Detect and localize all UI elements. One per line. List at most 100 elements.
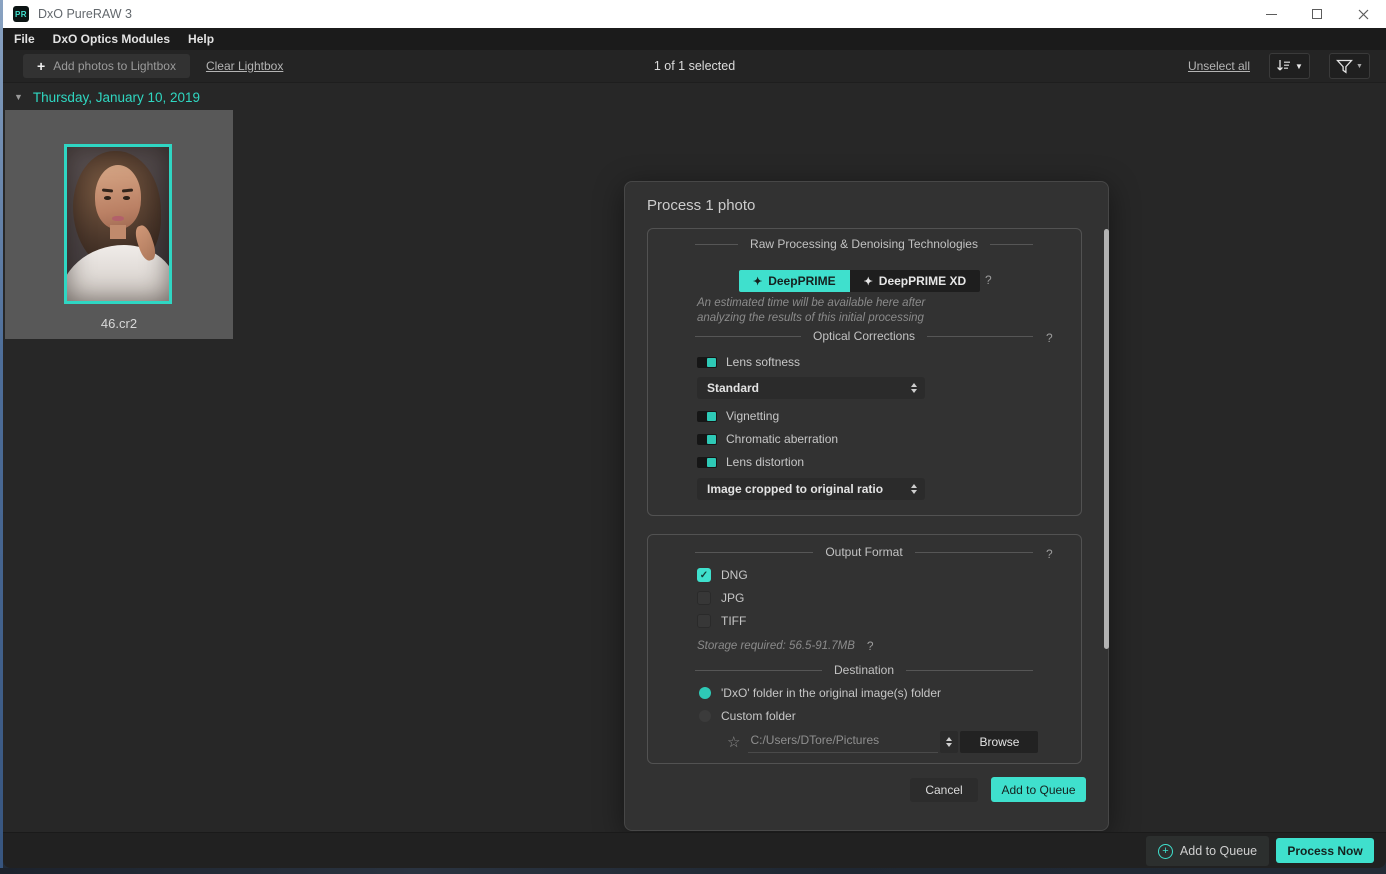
selection-status: 1 of 1 selected: [653, 59, 736, 73]
lens-softness-toggle[interactable]: [697, 356, 717, 368]
sparkle-icon: ✦: [753, 275, 763, 288]
optical-section-header: Optical Corrections: [695, 329, 1034, 343]
spinner-icon[interactable]: [911, 484, 917, 494]
format-dng-row: ✓ DNG: [697, 568, 748, 582]
photo-thumbnail[interactable]: [64, 144, 172, 304]
add-photos-to-lightbox-button[interactable]: + Add photos to Lightbox: [23, 54, 190, 78]
taskbar-sliver: [0, 868, 1386, 874]
tiff-checkbox[interactable]: [697, 614, 711, 628]
custom-path-row: ☆ C:/Users/DTore/Pictures Browse: [727, 731, 1039, 753]
lens-distortion-toggle[interactable]: [697, 456, 717, 468]
output-help-icon[interactable]: ?: [1046, 547, 1053, 561]
output-section-header: Output Format: [695, 545, 1033, 559]
filter-caret-icon: ▼: [1356, 62, 1363, 70]
estimate-note-line2: analyzing the results of this initial pr…: [697, 312, 924, 324]
spinner-icon[interactable]: [911, 383, 917, 393]
dest-custom-folder-row: Custom folder: [699, 709, 796, 723]
optical-help-icon[interactable]: ?: [1046, 331, 1053, 345]
window-title: DxO PureRAW 3: [38, 7, 133, 21]
menu-dxo-optics-modules[interactable]: DxO Optics Modules: [44, 28, 179, 50]
date-group-header: ▼ Thursday, January 10, 2019: [3, 84, 1386, 110]
close-icon: [1358, 9, 1368, 19]
custom-folder-label: Custom folder: [721, 709, 796, 723]
dng-checkbox[interactable]: ✓: [697, 568, 711, 582]
filter-icon: [1336, 59, 1353, 74]
browse-button[interactable]: Browse: [960, 731, 1039, 753]
close-button[interactable]: [1340, 0, 1386, 28]
crop-mode-value: Image cropped to original ratio: [707, 482, 884, 496]
dxo-folder-label: 'DxO' folder in the original image(s) fo…: [721, 686, 942, 700]
crop-mode-dropdown[interactable]: Image cropped to original ratio: [697, 478, 925, 500]
clear-lightbox-link[interactable]: Clear Lightbox: [206, 59, 283, 73]
lens-distortion-row: Lens distortion: [697, 455, 804, 469]
add-photos-label: Add photos to Lightbox: [53, 59, 176, 73]
menu-help[interactable]: Help: [179, 28, 223, 50]
bottom-bar: + Add to Queue Process Now: [3, 832, 1386, 868]
collapse-triangle-icon[interactable]: ▼: [14, 92, 23, 102]
raw-help-icon[interactable]: ?: [985, 273, 992, 287]
photo-card[interactable]: 46.cr2: [5, 110, 233, 339]
dest-dxo-folder-row: 'DxO' folder in the original image(s) fo…: [699, 686, 941, 700]
vignetting-toggle[interactable]: [697, 410, 717, 422]
chromatic-aberration-label: Chromatic aberration: [726, 432, 839, 446]
lens-softness-dropdown[interactable]: Standard: [697, 377, 925, 399]
destination-section-title: Destination: [833, 663, 895, 677]
dialog-scrollbar[interactable]: [1104, 229, 1109, 649]
dng-label: DNG: [721, 568, 748, 582]
toolbar-right-group: Unselect all ▼ ▼: [1188, 53, 1386, 79]
lens-softness-value: Standard: [707, 381, 760, 395]
sort-caret-icon: ▼: [1295, 61, 1303, 71]
format-tiff-row: TIFF: [697, 614, 746, 628]
bottom-add-to-queue-label: Add to Queue: [1179, 844, 1258, 858]
maximize-button[interactable]: [1294, 0, 1340, 28]
custom-folder-radio[interactable]: [699, 710, 711, 722]
lens-distortion-label: Lens distortion: [726, 455, 805, 469]
menu-bar: File DxO Optics Modules Help: [3, 28, 1386, 50]
raw-section-header: Raw Processing & Denoising Technologies: [695, 237, 1033, 251]
minimize-icon: [1265, 13, 1277, 15]
dxo-folder-radio[interactable]: [699, 687, 711, 699]
storage-help-icon[interactable]: ?: [867, 639, 874, 654]
chromatic-aberration-row: Chromatic aberration: [697, 432, 838, 446]
sort-button[interactable]: ▼: [1269, 53, 1310, 79]
date-header-label: Thursday, January 10, 2019: [32, 89, 201, 105]
spinner-icon: [946, 737, 953, 747]
star-icon[interactable]: ☆: [727, 733, 740, 751]
vignetting-row: Vignetting: [697, 409, 779, 423]
dialog-add-to-queue-button[interactable]: Add to Queue: [991, 777, 1086, 802]
storage-note-row: Storage required: 56.5-91.7MB ?: [697, 639, 874, 654]
raw-optical-panel: Raw Processing & Denoising Technologies …: [647, 228, 1082, 516]
unselect-all-link[interactable]: Unselect all: [1188, 59, 1250, 73]
jpg-checkbox[interactable]: [697, 591, 711, 605]
bottom-add-to-queue-button[interactable]: + Add to Queue: [1146, 836, 1269, 866]
menu-file[interactable]: File: [5, 28, 44, 50]
estimate-note-line1: An estimated time will be available here…: [697, 297, 926, 309]
storage-note: Storage required: 56.5-91.7MB: [697, 640, 855, 652]
output-destination-panel: Output Format ? ✓ DNG JPG TIFF Storage r…: [647, 534, 1082, 764]
jpg-label: JPG: [721, 591, 745, 605]
app-logo-icon: PR: [13, 6, 29, 22]
photo-filename: 46.cr2: [100, 316, 138, 331]
plus-icon: +: [37, 58, 46, 74]
cancel-button[interactable]: Cancel: [910, 778, 978, 802]
deepprime-button[interactable]: ✦ DeepPRIME: [739, 270, 850, 292]
format-jpg-row: JPG: [697, 591, 744, 605]
optical-section-title: Optical Corrections: [812, 329, 916, 343]
dialog-title: Process 1 photo: [647, 197, 756, 214]
title-bar: PR DxO PureRAW 3: [3, 0, 1386, 28]
process-dialog: Process 1 photo Raw Processing & Denoisi…: [624, 181, 1109, 831]
chromatic-aberration-toggle[interactable]: [697, 433, 717, 445]
sort-icon: [1277, 60, 1291, 71]
toolbar: + Add photos to Lightbox Clear Lightbox …: [3, 50, 1386, 83]
deepprime-xd-button[interactable]: ✦ DeepPRIME XD: [849, 270, 981, 292]
denoise-mode-segmented-control: ✦ DeepPRIME ✦ DeepPRIME XD: [739, 270, 981, 292]
filter-button[interactable]: ▼: [1329, 53, 1370, 79]
window-controls: [1248, 0, 1386, 28]
sparkle-icon: ✦: [863, 275, 873, 288]
custom-path-field[interactable]: C:/Users/DTore/Pictures: [748, 731, 939, 753]
path-spinner[interactable]: [940, 731, 959, 753]
process-now-button[interactable]: Process Now: [1276, 838, 1374, 863]
app-window: PR DxO PureRAW 3 File DxO Optics Modules…: [3, 0, 1386, 868]
minimize-button[interactable]: [1248, 0, 1294, 28]
lens-softness-row: Lens softness: [697, 355, 800, 369]
